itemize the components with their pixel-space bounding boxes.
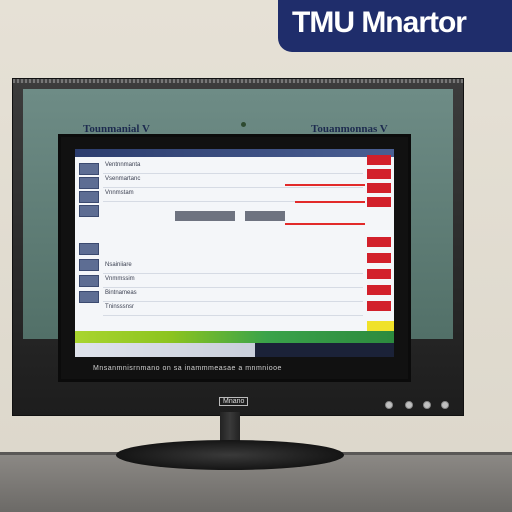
row-label: Tninsssnsr: [105, 304, 135, 310]
alert-indicator[interactable]: [367, 269, 391, 279]
brand-badge: TMU Mnartor: [278, 0, 512, 52]
row-label: Vsenmartanc: [105, 176, 141, 182]
nav-sidebar: [75, 159, 101, 319]
brand-badge-text: TMU Mnartor: [292, 6, 467, 39]
table-row[interactable]: Bintnameas: [103, 289, 363, 302]
row-label: Vnmmssim: [105, 276, 135, 282]
menu-button[interactable]: [385, 401, 393, 409]
table-row[interactable]: Vnmmssim: [103, 275, 363, 288]
nav-item-icon[interactable]: [79, 259, 99, 271]
accent-divider: [285, 223, 365, 225]
monitor-vent-strip: [13, 79, 463, 83]
table-row[interactable]: Ventnnmanta: [103, 161, 363, 174]
table-row[interactable]: Tninsssnsr: [103, 303, 363, 316]
alert-indicator[interactable]: [367, 237, 391, 247]
alert-indicator[interactable]: [367, 301, 391, 311]
nav-item-icon[interactable]: [79, 177, 99, 189]
screen-frame: Ventnnmanta Vsenmartanc Vnnmstam Nsainii…: [58, 134, 411, 382]
webcam-led-icon: [241, 122, 246, 127]
select-button[interactable]: [423, 401, 431, 409]
nav-item-icon[interactable]: [79, 191, 99, 203]
nav-item-icon[interactable]: [79, 275, 99, 287]
nav-item-icon[interactable]: [79, 205, 99, 217]
nav-item-icon[interactable]: [79, 163, 99, 175]
row-label: Nsainiiare: [105, 262, 132, 268]
toolbar-block[interactable]: [245, 211, 285, 221]
alert-indicator[interactable]: [367, 155, 391, 165]
app-title-bar: [75, 149, 394, 157]
nav-item-icon[interactable]: [79, 243, 99, 255]
footer-panel: [75, 343, 255, 357]
monitor-stand-base: [116, 440, 344, 470]
row-label: Ventnnmanta: [105, 162, 141, 168]
adjust-button[interactable]: [405, 401, 413, 409]
row-label: Bintnameas: [105, 290, 137, 296]
nav-item-icon[interactable]: [79, 291, 99, 303]
display-screen: Ventnnmanta Vsenmartanc Vnnmstam Nsainii…: [75, 149, 394, 357]
accent-divider: [285, 184, 365, 186]
footer-panel-dark: [255, 343, 394, 357]
alert-indicator[interactable]: [367, 169, 391, 179]
table-row[interactable]: Nsainiiare: [103, 261, 363, 274]
screen-caption: Mnsanmnisrnmano on sa inammmeasae a mnmn…: [93, 365, 282, 372]
alert-indicator[interactable]: [367, 285, 391, 295]
toolbar-block[interactable]: [175, 211, 235, 221]
alert-indicator[interactable]: [367, 253, 391, 263]
status-bar: [75, 331, 394, 343]
table-row[interactable]: Vsenmartanc: [103, 175, 363, 188]
alert-indicator[interactable]: [367, 183, 391, 193]
alert-indicator[interactable]: [367, 197, 391, 207]
model-label: Mnano: [219, 397, 249, 406]
monitor: Tounmanial V Touanmonnas V Ventnnmanta V…: [12, 78, 464, 416]
power-button[interactable]: [441, 401, 449, 409]
row-label: Vnnmstam: [105, 190, 134, 196]
accent-divider: [295, 201, 365, 203]
